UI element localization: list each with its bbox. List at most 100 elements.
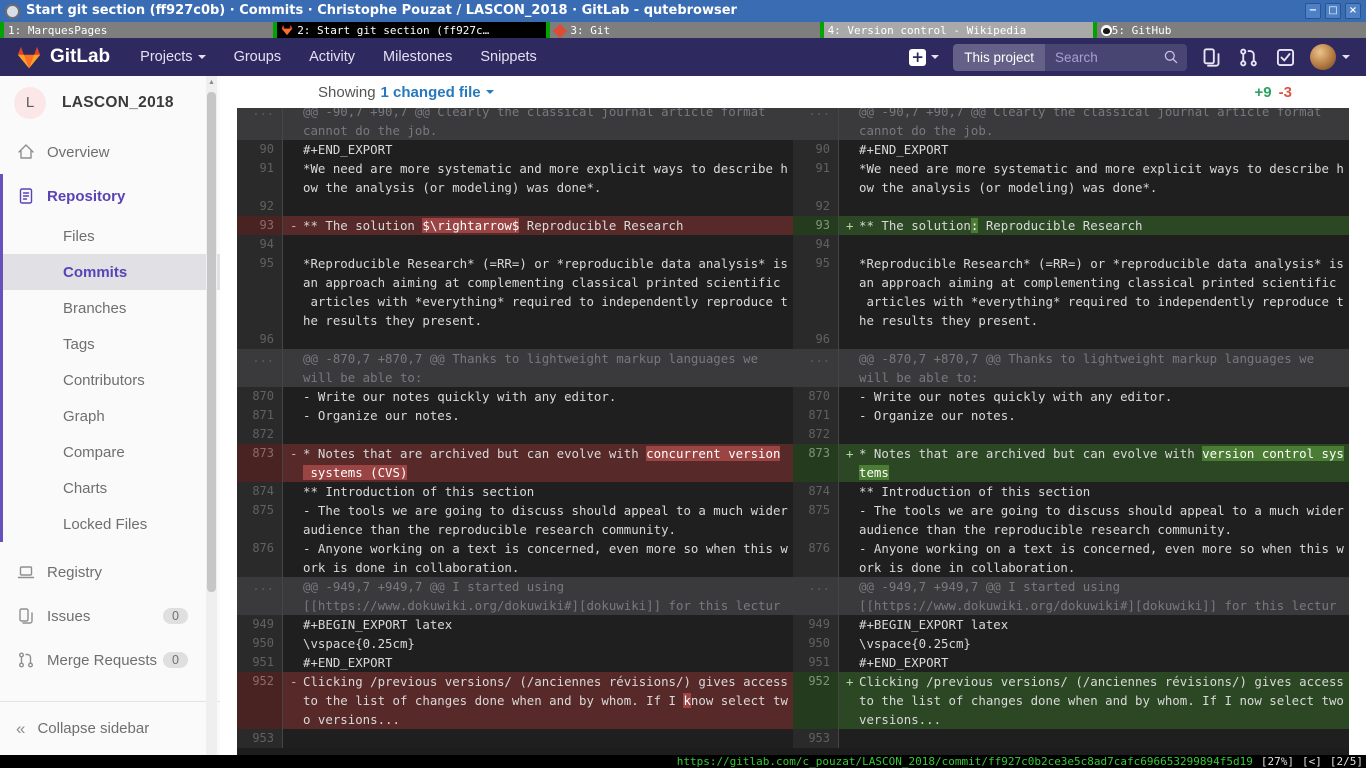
diff-row: 873-* Notes that are archived but can ev… xyxy=(237,444,1349,482)
diff-line-number[interactable]: 875 xyxy=(237,501,283,539)
diff-line-number[interactable]: 93 xyxy=(793,216,839,235)
close-button[interactable]: × xyxy=(1345,3,1361,19)
diff-code-line: @@ -870,7 +870,7 @@ Thanks to lightweigh… xyxy=(859,349,1348,368)
diff-line-number[interactable]: 951 xyxy=(237,653,283,672)
user-menu[interactable] xyxy=(1310,44,1350,70)
maximize-button[interactable]: □ xyxy=(1325,3,1341,19)
diff-line-number[interactable]: ... xyxy=(237,108,283,140)
minimize-button[interactable]: − xyxy=(1305,3,1321,19)
diff-line-number[interactable]: 95 xyxy=(793,254,839,330)
diff-line-number[interactable]: 949 xyxy=(793,615,839,634)
diff-code-line xyxy=(303,235,792,254)
sidebar-item-overview[interactable]: Overview xyxy=(0,130,220,174)
nav-link-snippets[interactable]: Snippets xyxy=(480,49,536,65)
diff-line-number[interactable]: 92 xyxy=(793,197,839,216)
diff-code-line: * Notes that are archived but can evolve… xyxy=(303,444,792,463)
nav-link-label: Groups xyxy=(234,49,282,65)
sidebar-item-files[interactable]: Files xyxy=(0,218,220,254)
sidebar-item-merge-requests[interactable]: Merge Requests0 xyxy=(0,638,220,682)
diff-line-number[interactable]: 91 xyxy=(237,159,283,197)
diff-line-number[interactable]: 873 xyxy=(237,444,283,482)
sidebar-item-locked-files[interactable]: Locked Files xyxy=(0,506,220,542)
sidebar-item-contributors[interactable]: Contributors xyxy=(0,362,220,398)
tab-5[interactable]: 5: GitHub xyxy=(1093,22,1366,38)
todos-button[interactable] xyxy=(1275,47,1296,68)
sidebar-scrollbar[interactable]: ▲ xyxy=(206,76,217,755)
diff-line-number[interactable]: 952 xyxy=(793,672,839,729)
sidebar-item-commits[interactable]: Commits xyxy=(0,254,220,290)
diff-line-number[interactable]: 93 xyxy=(237,216,283,235)
diff-line-number[interactable]: 870 xyxy=(793,387,839,406)
diff-line-number[interactable]: 950 xyxy=(237,634,283,653)
nav-link-projects[interactable]: Projects xyxy=(140,49,205,65)
diff-line-number[interactable]: ... xyxy=(237,577,283,615)
diff-line-number[interactable]: 951 xyxy=(793,653,839,672)
diff-line-number[interactable]: 94 xyxy=(237,235,283,254)
diff-line-number[interactable]: 94 xyxy=(793,235,839,254)
nav-link-groups[interactable]: Groups xyxy=(234,49,282,65)
sidebar-item-charts[interactable]: Charts xyxy=(0,470,220,506)
changed-files-link[interactable]: 1 changed file xyxy=(381,84,494,101)
sidebar-item-branches[interactable]: Branches xyxy=(0,290,220,326)
diff-line-number[interactable]: ... xyxy=(793,108,839,140)
diff-line-number[interactable]: 953 xyxy=(793,729,839,748)
diff-line-number[interactable]: 873 xyxy=(793,444,839,482)
sidebar-item-tags[interactable]: Tags xyxy=(0,326,220,362)
code-text: Clicking /previous versions/ (/anciennes… xyxy=(303,674,788,689)
nav-link-activity[interactable]: Activity xyxy=(309,49,355,65)
collapse-sidebar-button[interactable]: « Collapse sidebar xyxy=(0,701,220,755)
diff-line-number[interactable]: 96 xyxy=(237,330,283,349)
diff-line-number[interactable]: 90 xyxy=(237,140,283,159)
diff-pane-left: 949#+BEGIN_EXPORT latex xyxy=(237,615,793,634)
code-text: *Reproducible Research* (=RR=) or *repro… xyxy=(859,256,1344,271)
diff-line-number[interactable]: 872 xyxy=(237,425,283,444)
new-menu-button[interactable]: + xyxy=(909,49,939,66)
sidebar-item-issues[interactable]: Issues0 xyxy=(0,594,220,638)
diff-line-number[interactable]: 875 xyxy=(793,501,839,539)
merge-requests-button[interactable] xyxy=(1238,47,1259,68)
diff-row: ... @@ -870,7 +870,7 @@ Thanks to lightwe… xyxy=(237,349,1349,387)
tab-1[interactable]: 1: MarquesPages xyxy=(0,22,273,38)
deletions-count: -3 xyxy=(1279,84,1292,101)
diff-line-number[interactable]: 874 xyxy=(237,482,283,501)
diff-code-cell xyxy=(839,235,1348,254)
nav-link-milestones[interactable]: Milestones xyxy=(383,49,452,65)
search-input[interactable] xyxy=(1045,50,1163,65)
diff-line-number[interactable]: 950 xyxy=(793,634,839,653)
diff-line-number[interactable]: ... xyxy=(237,349,283,387)
issues-button[interactable] xyxy=(1201,47,1222,68)
diff-line-number[interactable]: 872 xyxy=(793,425,839,444)
diff-line-number[interactable]: 876 xyxy=(793,539,839,577)
tab-label: 1: MarquesPages xyxy=(8,24,107,37)
diff-line-number[interactable]: 90 xyxy=(793,140,839,159)
tab-4[interactable]: 4: Version control - Wikipedia xyxy=(820,22,1093,38)
diff-line-number[interactable]: 876 xyxy=(237,539,283,577)
sidebar-item-registry[interactable]: Registry xyxy=(0,550,220,594)
diff-code-line: #+END_EXPORT xyxy=(859,653,1348,672)
diff-code-cell xyxy=(839,729,1348,748)
diff-line-number[interactable]: 91 xyxy=(793,159,839,197)
diff-line-number[interactable]: 953 xyxy=(237,729,283,748)
sidebar-item-graph[interactable]: Graph xyxy=(0,398,220,434)
nav-link-label: Activity xyxy=(309,49,355,65)
diff-code-line xyxy=(859,425,1348,444)
diff-line-number[interactable]: 874 xyxy=(793,482,839,501)
project-header[interactable]: L LASCON_2018 xyxy=(0,76,220,130)
diff-line-number[interactable]: 871 xyxy=(793,406,839,425)
diff-line-number[interactable]: 92 xyxy=(237,197,283,216)
diff-line-number[interactable]: 949 xyxy=(237,615,283,634)
search-scope-button[interactable]: This project xyxy=(953,44,1045,71)
scrollbar-thumb[interactable] xyxy=(207,92,216,592)
tab-3[interactable]: 3: Git xyxy=(546,22,819,38)
diff-line-number[interactable]: 870 xyxy=(237,387,283,406)
sidebar-item-compare[interactable]: Compare xyxy=(0,434,220,470)
diff-line-number[interactable]: 871 xyxy=(237,406,283,425)
diff-line-number[interactable]: ... xyxy=(793,577,839,615)
diff-code-cell: #+BEGIN_EXPORT latex xyxy=(283,615,792,634)
diff-line-number[interactable]: ... xyxy=(793,349,839,387)
tab-2[interactable]: 2: Start git section (ff927c… xyxy=(273,22,546,38)
diff-line-number[interactable]: 96 xyxy=(793,330,839,349)
diff-line-number[interactable]: 952 xyxy=(237,672,283,729)
sidebar-item-repository[interactable]: Repository xyxy=(0,174,220,218)
diff-line-number[interactable]: 95 xyxy=(237,254,283,330)
